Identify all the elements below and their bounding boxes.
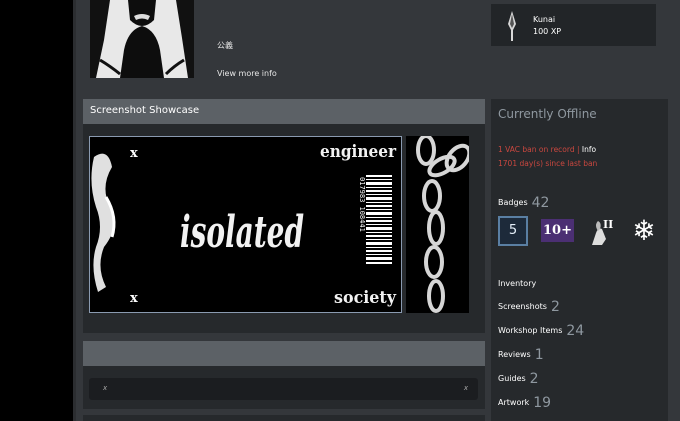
badge-roman-ii[interactable]: II	[588, 215, 616, 247]
secondary-showcase-header	[83, 341, 485, 366]
xp-badge-box[interactable]: Kunai 100 XP	[491, 4, 656, 46]
screenshots-count: 2	[550, 299, 560, 315]
artwork-top-word: engineer	[320, 142, 397, 162]
reviews-label: Reviews	[498, 350, 531, 359]
corner-mark-top: x	[130, 146, 138, 161]
badges-link[interactable]: Badges 42	[498, 195, 549, 211]
secondary-showcase: x x	[83, 341, 485, 409]
snowflake-icon: ❄	[632, 214, 656, 247]
secondary-showcase-content: x x	[89, 378, 478, 400]
artwork-count: 19	[533, 395, 552, 411]
artwork-bottom-word: society	[334, 288, 397, 308]
badge-level-5[interactable]: 5	[498, 216, 528, 246]
inventory-label: Inventory	[498, 279, 537, 288]
corner-mark-bottom: x	[130, 291, 138, 306]
vac-ban-notice: 1 VAC ban on record | Info	[498, 145, 596, 154]
showcase-screenshot-main[interactable]: x x isolated engineer society 017983 108…	[89, 136, 402, 313]
showcase-title: Screenshot Showcase	[90, 105, 200, 116]
screenshots-link[interactable]: Screenshots 2	[498, 299, 560, 315]
reviews-link[interactable]: Reviews 1	[498, 347, 544, 363]
xp-badge-value: 100 XP	[533, 27, 562, 36]
secondary-mark-left: x	[103, 384, 108, 392]
snowflake-badge[interactable]: ❄	[628, 215, 660, 247]
guides-label: Guides	[498, 374, 526, 383]
showcase-screenshot-side[interactable]	[406, 136, 469, 313]
next-showcase-edge	[83, 415, 485, 421]
badges-count: 42	[531, 195, 550, 211]
inventory-link[interactable]: Inventory	[498, 279, 536, 288]
workshop-items-label: Workshop Items	[498, 326, 563, 335]
online-status: Currently Offline	[498, 107, 597, 121]
secondary-mark-right: x	[463, 384, 468, 392]
vac-ban-text: 1 VAC ban on record	[498, 145, 575, 154]
profile-sidebar: Currently Offline 1 VAC ban on record | …	[491, 99, 668, 421]
profile-tag: 公義	[217, 41, 233, 50]
trophy-figure-icon: II	[592, 218, 613, 245]
screenshot-showcase: Screenshot Showcase x x isolated enginee…	[83, 99, 485, 333]
chain-artwork	[406, 136, 469, 313]
barcode-number: 017983 108441	[358, 177, 366, 232]
guides-link[interactable]: Guides 2	[498, 371, 539, 387]
artwork-link[interactable]: Artwork 19	[498, 395, 551, 411]
xp-badge-name: Kunai	[533, 15, 556, 24]
guides-count: 2	[529, 371, 539, 387]
artwork-main-word: isolated	[180, 207, 304, 258]
workshop-items-link[interactable]: Workshop Items 24	[498, 323, 584, 339]
badge-years-of-service[interactable]: 10+	[541, 219, 574, 242]
left-background	[0, 0, 76, 421]
badges-label: Badges	[498, 198, 528, 207]
artwork-label: Artwork	[498, 398, 530, 407]
avatar-image	[90, 0, 194, 78]
screenshots-label: Screenshots	[498, 302, 547, 311]
reviews-count: 1	[534, 347, 544, 363]
view-more-info-link[interactable]: View more info	[217, 69, 277, 78]
badge-roman-text: II	[603, 218, 613, 231]
days-since-ban: 1701 day(s) since last ban	[498, 159, 598, 168]
showcase-header: Screenshot Showcase	[83, 99, 485, 124]
vac-info-link[interactable]: Info	[582, 145, 596, 154]
kunai-icon	[508, 11, 516, 41]
workshop-items-count: 24	[566, 323, 585, 339]
screenshot-artwork: x x isolated engineer society 017983 108…	[90, 137, 401, 312]
avatar[interactable]	[90, 0, 194, 78]
vac-separator: |	[574, 145, 582, 154]
